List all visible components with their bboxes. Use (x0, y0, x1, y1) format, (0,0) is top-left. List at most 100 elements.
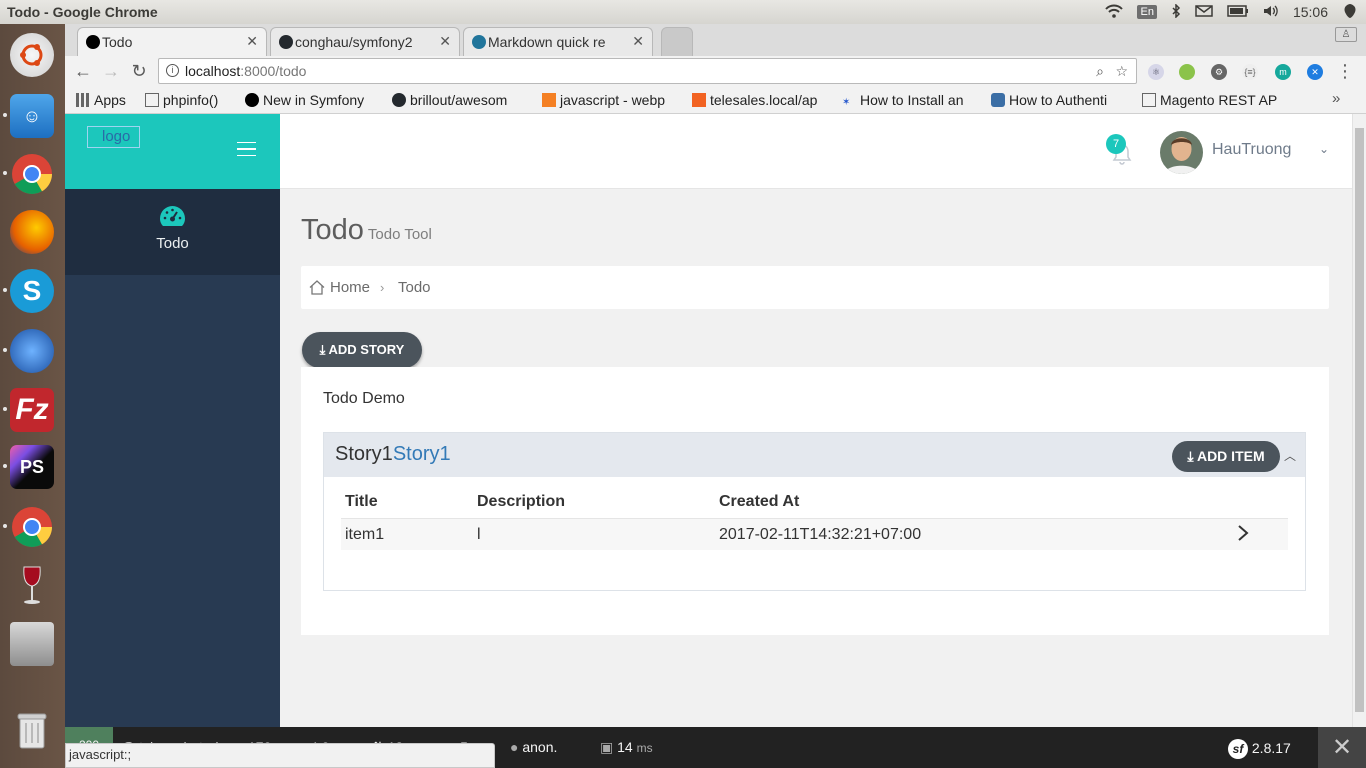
bookmark-apps[interactable]: Apps (76, 90, 136, 110)
tab-markdown[interactable]: Markdown quick re ✕ (463, 27, 653, 56)
bookmark-phpinfo[interactable]: phpinfo() (145, 90, 235, 110)
symfony-icon (245, 93, 259, 107)
sidebar: Todo (65, 189, 280, 727)
notification-count-badge[interactable]: 7 (1106, 134, 1126, 154)
files-icon[interactable]: ☺ (3, 94, 54, 138)
page-title: Todo Todo Tool (301, 214, 432, 246)
symfony-version[interactable]: sf 2.8.17 (1228, 739, 1291, 759)
browser-toolbar: ← → ↻ i localhost:8000/todo ⌕ ☆ ⚛ ⚙ {≡} … (65, 56, 1366, 86)
home-icon[interactable] (309, 280, 325, 295)
unity-launcher: ☺ S Fz PS (0, 24, 65, 768)
vertical-scrollbar[interactable] (1352, 114, 1366, 727)
link-status-tooltip: javascript:; (65, 743, 495, 768)
add-item-button[interactable]: ⤓ ADD ITEM (1172, 441, 1280, 472)
dashboard-icon (160, 206, 185, 226)
back-arrow-icon[interactable]: ← (73, 61, 93, 81)
settings-gear-icon[interactable] (1342, 3, 1358, 22)
phpstorm-icon[interactable]: PS (3, 445, 54, 489)
tab-todo[interactable]: Todo ✕ (77, 27, 267, 56)
firefox-icon[interactable] (10, 210, 54, 254)
menu-toggle-icon[interactable] (237, 142, 256, 156)
page-icon (145, 93, 159, 107)
close-toolbar-icon[interactable]: ✕ (1318, 727, 1366, 768)
close-tab-icon[interactable]: ✕ (439, 33, 451, 50)
ubuntu-dash-icon[interactable] (10, 33, 54, 77)
mail-icon[interactable] (1195, 4, 1213, 20)
cell-created-at: 2017-02-11T14:32:21+07:00 (719, 526, 922, 543)
bookmark-javascript-webpack[interactable]: javascript - webp (542, 90, 690, 110)
chrome-menu-icon[interactable]: ⋮ (1335, 61, 1355, 81)
todo-card: Todo Demo Story1Story1 ⤓ ADD ITEM ︿ Titl… (301, 367, 1329, 635)
tab-title: conghau/symfony2 (295, 34, 413, 50)
column-header-title: Title (345, 493, 378, 510)
security-user[interactable]: ● anon. (510, 739, 557, 755)
network-globe-icon[interactable] (3, 329, 54, 373)
bookmark-star-icon[interactable]: ☆ (1115, 59, 1128, 83)
new-tab-button[interactable] (661, 27, 693, 56)
more-bookmarks-icon[interactable]: » (1332, 90, 1340, 107)
tab-github[interactable]: conghau/symfony2 ✕ (270, 27, 460, 56)
zoom-icon[interactable]: ⌕ (1096, 59, 1104, 83)
page-viewport: logo Todo 7 HauTruong ⌄ Todo Todo Tool H… (65, 114, 1352, 727)
avatar[interactable] (1160, 131, 1203, 174)
close-tab-icon[interactable]: ✕ (246, 33, 258, 50)
close-tab-icon[interactable]: ✕ (632, 33, 644, 50)
scrollbar-thumb[interactable] (1355, 128, 1364, 712)
chevron-down-icon[interactable]: ⌄ (1319, 142, 1329, 156)
chrome-icon-2[interactable] (3, 505, 54, 549)
bookmark-magento-rest[interactable]: Magento REST AP (1142, 90, 1280, 110)
twig-template-icon: ▣ (600, 739, 614, 755)
trash-icon[interactable] (10, 708, 54, 752)
bluetooth-icon[interactable] (1171, 2, 1181, 21)
wifi-icon[interactable] (1105, 4, 1124, 21)
extension-x-icon[interactable]: ✕ (1307, 64, 1323, 80)
breadcrumb-home[interactable]: Home (330, 266, 370, 309)
reload-icon[interactable]: ↻ (129, 61, 149, 81)
wordpress-favicon-icon (472, 35, 486, 49)
twig-time[interactable]: ▣ 14 ms (600, 739, 653, 756)
address-bar[interactable]: i localhost:8000/todo ⌕ ☆ (158, 58, 1137, 84)
site-info-icon[interactable]: i (166, 64, 179, 77)
chrome-icon[interactable] (3, 152, 54, 196)
skype-icon[interactable]: S (3, 269, 54, 313)
story-panel: Story1Story1 ⤓ ADD ITEM ︿ Title Descript… (323, 432, 1306, 591)
column-header-created-at: Created At (719, 493, 800, 510)
bookmark-brillout[interactable]: brillout/awesom (392, 90, 528, 110)
bookmark-new-in-symfony[interactable]: New in Symfony (245, 90, 381, 110)
json-viewer-icon[interactable]: {≡} (1242, 64, 1258, 80)
react-devtools-icon[interactable]: ⚛ (1148, 64, 1164, 80)
wine-glass-icon[interactable] (10, 564, 54, 608)
sidebar-item-todo[interactable]: Todo (65, 189, 280, 275)
chevron-up-icon[interactable]: ︿ (1284, 447, 1296, 464)
story-link[interactable]: Story1 (393, 443, 451, 465)
column-header-description: Description (477, 493, 566, 510)
bookmarks-bar: Apps phpinfo() New in Symfony brillout/a… (65, 86, 1366, 114)
disk-drive-icon[interactable] (10, 622, 54, 666)
filezilla-icon[interactable]: Fz (3, 388, 54, 432)
tab-title: Markdown quick re (488, 34, 606, 50)
extension-gear-icon[interactable]: ⚙ (1211, 64, 1227, 80)
clock[interactable]: 15:06 (1293, 4, 1328, 20)
top-header: 7 HauTruong ⌄ (280, 114, 1352, 189)
bookmark-how-to-authenticate[interactable]: How to Authenti (991, 90, 1129, 110)
logo-image[interactable]: logo (87, 126, 140, 148)
chevron-right-icon[interactable] (1237, 524, 1249, 542)
cell-description: l (477, 526, 481, 543)
keyboard-layout-indicator[interactable]: En (1137, 5, 1157, 19)
bookmark-telesales[interactable]: telesales.local/ap (692, 90, 832, 110)
user-icon: ● (510, 739, 519, 755)
user-name[interactable]: HauTruong (1212, 141, 1291, 159)
desktop: Todo - Google Chrome En 15:06 ☺ S Fz PS … (0, 0, 1366, 768)
stackoverflow-icon (542, 93, 556, 107)
breadcrumb-separator-icon: › (380, 280, 385, 295)
extension-globe-icon[interactable] (1179, 64, 1195, 80)
battery-icon[interactable] (1227, 4, 1249, 20)
volume-icon[interactable] (1263, 4, 1279, 21)
add-story-button[interactable]: ⤓ ADD STORY (302, 332, 422, 368)
extension-m-icon[interactable]: m (1275, 64, 1291, 80)
bookmark-how-to-install[interactable]: ✶ How to Install an (842, 90, 978, 110)
profile-user-icon[interactable]: ♙ (1335, 27, 1357, 42)
system-tray: En 15:06 (1105, 0, 1358, 24)
forward-arrow-icon[interactable]: → (101, 61, 121, 81)
brand-area: logo (65, 114, 280, 189)
